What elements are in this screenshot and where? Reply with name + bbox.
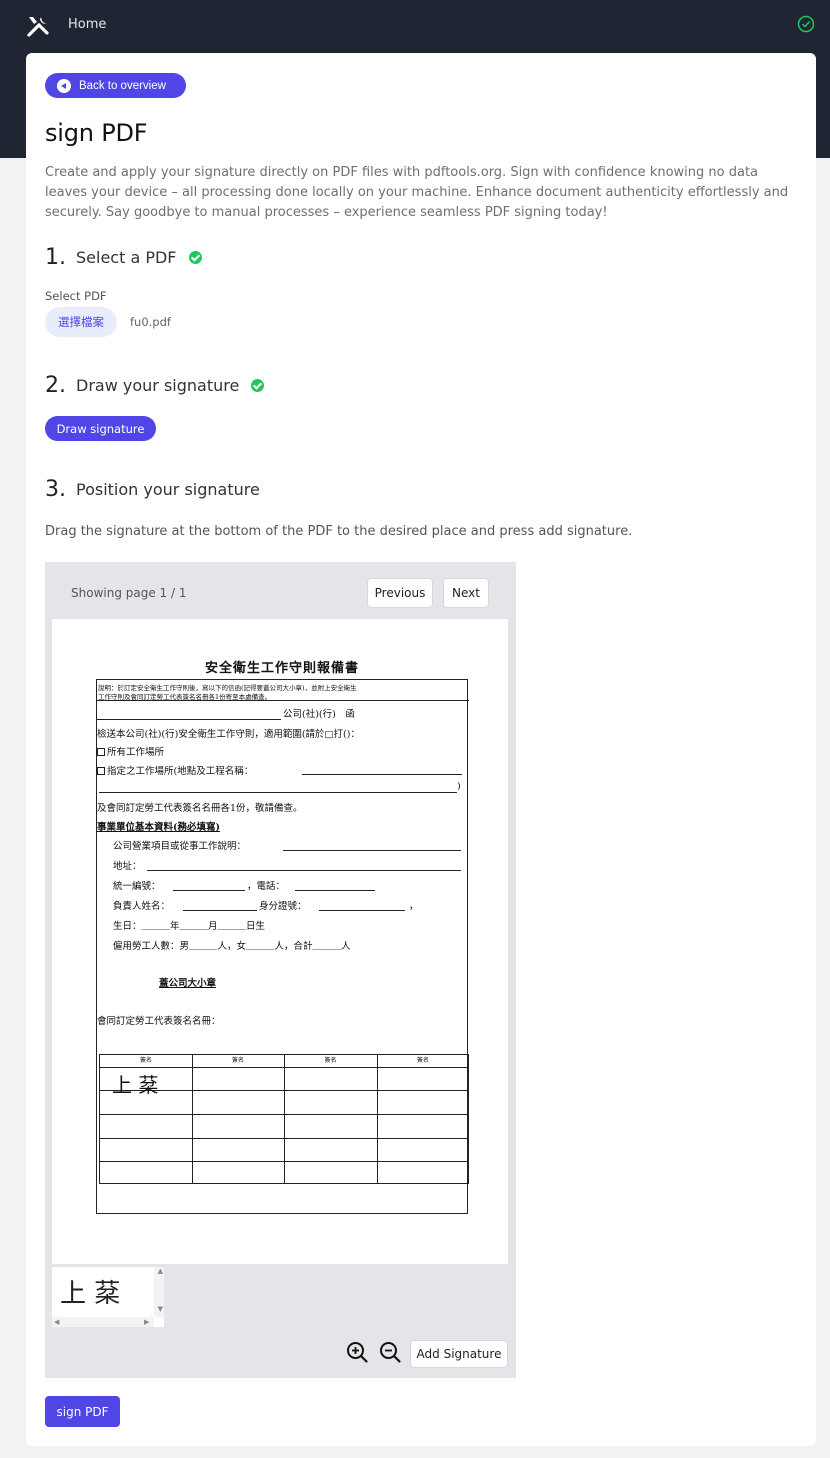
document-frame: 說明：於訂定安全衛生工作守則後，寫以下的信函(記得要蓋公司大小章)，並附上安全衛… bbox=[96, 679, 469, 1214]
stamp-label: 蓋公司大小章 bbox=[159, 978, 217, 989]
previous-page-button[interactable]: Previous bbox=[367, 578, 433, 608]
column-header: 簽名 bbox=[324, 1057, 337, 1064]
column-line bbox=[377, 1055, 378, 1183]
back-label: Back to overview bbox=[79, 79, 166, 92]
scroll-up-icon[interactable]: ▲ bbox=[158, 1267, 163, 1275]
position-instruction: Drag the signature at the bottom of the … bbox=[45, 524, 633, 539]
top-nav: Home bbox=[0, 0, 830, 52]
field-address: 地址： bbox=[113, 861, 142, 872]
page-title: sign PDF bbox=[45, 119, 148, 147]
selected-file-name: fu0.pdf bbox=[130, 315, 171, 329]
blank-line bbox=[302, 774, 462, 775]
step-number: 2. bbox=[45, 373, 66, 398]
step-2-heading: 2. Draw your signature bbox=[45, 373, 265, 398]
signature-drawing: 上 棻 bbox=[60, 1279, 121, 1309]
scroll-down-icon[interactable]: ▼ bbox=[158, 1305, 163, 1313]
blank-line bbox=[97, 719, 281, 720]
signature-roster-table: 簽名 簽名 簽名 簽名 上 棻 bbox=[99, 1054, 469, 1184]
option-label: 指定之工作場所(地點及工程名稱： bbox=[107, 766, 254, 777]
row-line bbox=[100, 1138, 468, 1139]
row-line bbox=[100, 1114, 468, 1115]
blank-line bbox=[183, 910, 257, 911]
field-id: 統一編號： bbox=[113, 881, 161, 892]
option-specific: 指定之工作場所(地點及工程名稱： bbox=[97, 763, 253, 777]
section-heading: 事業單位基本資料(務必填寫) bbox=[97, 822, 220, 833]
horizontal-scrollbar[interactable] bbox=[52, 1317, 154, 1327]
blank-line bbox=[147, 870, 461, 871]
checkbox-icon bbox=[97, 748, 105, 756]
option-all: 所有工作場所 bbox=[97, 744, 164, 758]
pdf-page: 安全衛生工作守則報備書 說明：於訂定安全衛生工作守則後，寫以下的信函(記得要蓋公… bbox=[52, 619, 508, 1264]
field-workers: 僱用勞工人數：男＿＿＿人，女＿＿＿人，合計＿＿＿人 bbox=[113, 941, 351, 952]
step-1-heading: 1. Select a PDF bbox=[45, 245, 202, 270]
step-number: 3. bbox=[45, 477, 66, 502]
arrow-left-circle-icon bbox=[57, 78, 71, 93]
attach-line: 及會同訂定勞工代表簽名名冊各1份，敬請備查。 bbox=[97, 803, 303, 814]
page-description: Create and apply your signature directly… bbox=[45, 165, 789, 220]
step-3-heading: 3. Position your signature bbox=[45, 477, 260, 502]
field-comma: ， bbox=[409, 901, 419, 912]
zoom-out-icon[interactable] bbox=[379, 1341, 401, 1363]
main-card: Back to overview sign PDF Create and app… bbox=[26, 53, 816, 1446]
scroll-left-icon[interactable]: ◀ bbox=[54, 1318, 59, 1326]
step-label: Select a PDF bbox=[76, 248, 177, 267]
step-label: Draw your signature bbox=[76, 376, 240, 395]
column-header: 簽名 bbox=[416, 1057, 429, 1064]
home-link[interactable]: Home bbox=[68, 17, 106, 32]
sign-pdf-button[interactable]: sign PDF bbox=[45, 1396, 120, 1427]
blank-line bbox=[295, 890, 375, 891]
field-business: 公司營業項目或從事工作說明： bbox=[113, 841, 247, 852]
column-line bbox=[192, 1055, 193, 1183]
page-status: Showing page 1 / 1 bbox=[71, 586, 187, 600]
field-birth: 生日：＿＿＿年＿＿＿月＿＿＿日生 bbox=[113, 921, 266, 932]
step-complete-icon bbox=[188, 251, 202, 264]
close-paren: ) bbox=[457, 781, 461, 792]
blank-line bbox=[283, 850, 461, 851]
company-suffix: 公司(社)(行) 函 bbox=[283, 709, 355, 720]
choose-file-button[interactable]: 選擇檔案 bbox=[45, 307, 117, 337]
option-label: 所有工作場所 bbox=[107, 747, 165, 758]
document-title: 安全衛生工作守則報備書 bbox=[204, 661, 359, 676]
field-idno: 身分證號： bbox=[259, 901, 307, 912]
blank-line bbox=[319, 910, 405, 911]
step-complete-icon bbox=[251, 379, 265, 392]
send-line: 檢送本公司(社)(行)安全衛生工作守則，適用範圍(請於□打()： bbox=[97, 729, 360, 740]
blank-line bbox=[173, 890, 245, 891]
row-line bbox=[100, 1161, 468, 1162]
field-owner: 負責人姓名： bbox=[113, 901, 171, 912]
add-signature-button[interactable]: Add Signature bbox=[410, 1340, 508, 1368]
scroll-right-icon[interactable]: ▶ bbox=[144, 1318, 149, 1326]
select-pdf-label: Select PDF bbox=[45, 289, 107, 303]
column-header: 簽名 bbox=[231, 1057, 244, 1064]
pdf-viewer: Showing page 1 / 1 Previous Next 安全衛生工作守… bbox=[45, 562, 516, 1378]
placed-signature[interactable]: 上 棻 bbox=[112, 1069, 158, 1098]
tools-logo-icon[interactable] bbox=[26, 14, 50, 38]
document-content: 安全衛生工作守則報備書 說明：於訂定安全衛生工作守則後，寫以下的信函(記得要蓋公… bbox=[94, 649, 470, 1216]
field-phone: ，電話： bbox=[247, 881, 286, 892]
back-to-overview-button[interactable]: Back to overview bbox=[45, 73, 186, 98]
step-number: 1. bbox=[45, 245, 66, 270]
blank-line bbox=[99, 792, 457, 793]
column-header: 簽名 bbox=[139, 1057, 152, 1064]
roster-heading: 會同訂定勞工代表簽名名冊： bbox=[97, 1016, 221, 1027]
next-page-button[interactable]: Next bbox=[443, 578, 489, 608]
column-line bbox=[284, 1055, 285, 1183]
check-circle-icon bbox=[797, 15, 815, 33]
signature-preview[interactable]: 上 棻 ▲ ▼ ◀ ▶ bbox=[52, 1267, 164, 1327]
row-line bbox=[100, 1067, 468, 1068]
step-label: Position your signature bbox=[76, 480, 260, 499]
draw-signature-button[interactable]: Draw signature bbox=[45, 416, 156, 441]
divider bbox=[97, 700, 469, 701]
checkbox-icon bbox=[97, 767, 105, 775]
zoom-in-icon[interactable] bbox=[346, 1341, 368, 1363]
